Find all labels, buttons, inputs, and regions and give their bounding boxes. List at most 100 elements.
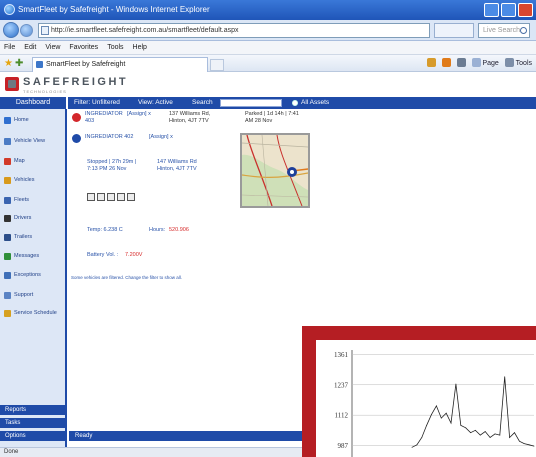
data-point xyxy=(523,443,525,444)
sidebar-reports-button[interactable]: Reports xyxy=(0,405,65,415)
control-button-3[interactable] xyxy=(107,193,115,201)
print-icon xyxy=(456,58,466,67)
vehicle-2-stopped: Stopped | 27h 29m | xyxy=(87,159,137,165)
logo-subtext: TECHNOLOGIES xyxy=(23,89,67,94)
sidebar-item-label: Fleets xyxy=(14,197,29,203)
menu-help[interactable]: Help xyxy=(133,44,147,51)
add-favorite-icon[interactable]: ✚ xyxy=(15,58,23,69)
data-point xyxy=(509,437,510,438)
asset-search-input[interactable] xyxy=(220,99,282,107)
vehicle-2-hours-value: 520.906 xyxy=(169,227,189,233)
vehicle-1-assign-link[interactable]: [Assign] x xyxy=(127,111,151,118)
vehicle-2-assign-link[interactable]: [Assign] x xyxy=(149,134,173,141)
view-selector[interactable]: View: Active xyxy=(138,97,173,109)
search-icon[interactable] xyxy=(520,27,527,34)
home-icon xyxy=(426,58,436,67)
trailer-icon xyxy=(4,234,11,241)
data-point xyxy=(504,376,506,378)
data-point xyxy=(411,446,413,448)
vehicle-2-address: 147 Williams Rd xyxy=(157,159,197,165)
vehicle-control-buttons xyxy=(87,193,135,201)
support-icon xyxy=(4,292,11,299)
maximize-button[interactable] xyxy=(501,3,516,17)
data-point xyxy=(514,432,515,434)
feeds-cmd-button[interactable] xyxy=(441,58,451,69)
exceptions-icon xyxy=(4,272,11,279)
live-search-input[interactable]: Live Search xyxy=(478,23,530,38)
vehicle-view-icon xyxy=(4,138,11,145)
search-placeholder: Live Search xyxy=(483,27,520,34)
refresh-stop-controls[interactable] xyxy=(434,23,474,38)
menu-tools[interactable]: Tools xyxy=(107,44,123,51)
window-title: SmartFleet by Safefreight - Windows Inte… xyxy=(18,5,210,14)
sidebar-item-label: Drivers xyxy=(14,215,32,221)
print-cmd-button[interactable] xyxy=(456,58,466,69)
rss-icon xyxy=(441,58,451,67)
command-bar: ★ ✚ SmartFleet by Safefreight Page Tools xyxy=(0,55,536,72)
filter-footnote[interactable]: Some vehicles are filtered. Change the f… xyxy=(71,275,182,282)
url-field[interactable]: http://ie.smartfleet.safefreight.com.au/… xyxy=(38,23,430,38)
filter-selector[interactable]: Filter: Unfiltered xyxy=(74,97,120,109)
tools-icon xyxy=(504,58,514,67)
all-assets-radio[interactable] xyxy=(292,100,298,106)
menu-edit[interactable]: Edit xyxy=(24,44,36,51)
truck-icon xyxy=(4,177,11,184)
page-menu-button[interactable]: Page xyxy=(471,58,499,69)
home-icon xyxy=(4,117,11,124)
y-tick-label: 1237 xyxy=(334,381,349,389)
ie-icon xyxy=(4,4,15,15)
page-menu-label: Page xyxy=(482,60,499,67)
menu-file[interactable]: File xyxy=(4,44,15,51)
menu-bar: File Edit View Favorites Tools Help xyxy=(0,41,536,55)
home-cmd-button[interactable] xyxy=(426,58,436,69)
vehicle-2-stopped-time: 7:13 PM 26 Nov xyxy=(87,166,127,172)
fleet-icon xyxy=(4,197,11,204)
data-point xyxy=(440,417,442,419)
data-point xyxy=(431,414,432,415)
vehicle-2-address-line2: Hinton, 4JT 7TV xyxy=(157,166,197,172)
favorites-star-icon[interactable]: ★ xyxy=(4,58,13,69)
map-graphic xyxy=(242,135,308,206)
window-title-bar: SmartFleet by Safefreight - Windows Inte… xyxy=(0,0,536,20)
control-button-2[interactable] xyxy=(97,193,105,201)
vehicle-1-address: 137 Williams Rd, Hinton, 4JT 7TV xyxy=(169,111,211,124)
vehicle-2-battery-value: 7.200V xyxy=(125,252,143,258)
url-text: http://ie.smartfleet.safefreight.com.au/… xyxy=(51,27,239,34)
sidebar-item-label: Trailers xyxy=(14,234,33,240)
menu-favorites[interactable]: Favorites xyxy=(69,44,98,51)
sidebar-item-label: Vehicle View xyxy=(14,138,46,144)
minimize-button[interactable] xyxy=(484,3,499,17)
browser-tab[interactable]: SmartFleet by Safefreight xyxy=(32,57,208,72)
control-button-1[interactable] xyxy=(87,193,95,201)
sidebar-options-button[interactable]: Options xyxy=(0,431,65,441)
window-buttons xyxy=(484,3,533,17)
service-schedule-icon xyxy=(4,310,11,317)
sidebar-item-label: Map xyxy=(14,158,25,164)
data-point xyxy=(484,431,486,432)
series-line xyxy=(411,376,535,448)
control-button-5[interactable] xyxy=(127,193,135,201)
forward-button[interactable] xyxy=(20,24,33,37)
y-tick-label: 1361 xyxy=(334,351,349,359)
data-point xyxy=(499,434,501,436)
data-point xyxy=(450,422,452,424)
vehicle-location-map[interactable] xyxy=(240,133,310,208)
data-point xyxy=(519,440,520,442)
back-button[interactable] xyxy=(3,22,19,38)
address-bar: http://ie.smartfleet.safefreight.com.au/… xyxy=(0,20,536,41)
sidebar-item-label: Messages xyxy=(14,253,40,259)
sidebar: Home Vehicle View Map Vehicles Fleets Dr… xyxy=(0,109,67,457)
control-button-4[interactable] xyxy=(117,193,125,201)
dashboard-button[interactable]: Dashboard xyxy=(0,97,66,109)
vehicle-2-name[interactable]: INGREDIATOR 402 xyxy=(85,134,133,141)
tools-menu-button[interactable]: Tools xyxy=(504,58,532,69)
new-tab-button[interactable] xyxy=(210,59,224,71)
vehicle-1-name[interactable]: INGREDIATOR xyxy=(85,111,123,118)
close-button[interactable] xyxy=(518,3,533,17)
search-label: Search xyxy=(192,99,213,106)
vehicle-1-parked: Parked | 1d 14h | 7:41 AM 28 Nov xyxy=(245,111,299,124)
sidebar-item-label: Vehicles xyxy=(14,177,35,183)
menu-view[interactable]: View xyxy=(45,44,60,51)
sidebar-tasks-button[interactable]: Tasks xyxy=(0,418,65,428)
data-point xyxy=(426,425,427,426)
